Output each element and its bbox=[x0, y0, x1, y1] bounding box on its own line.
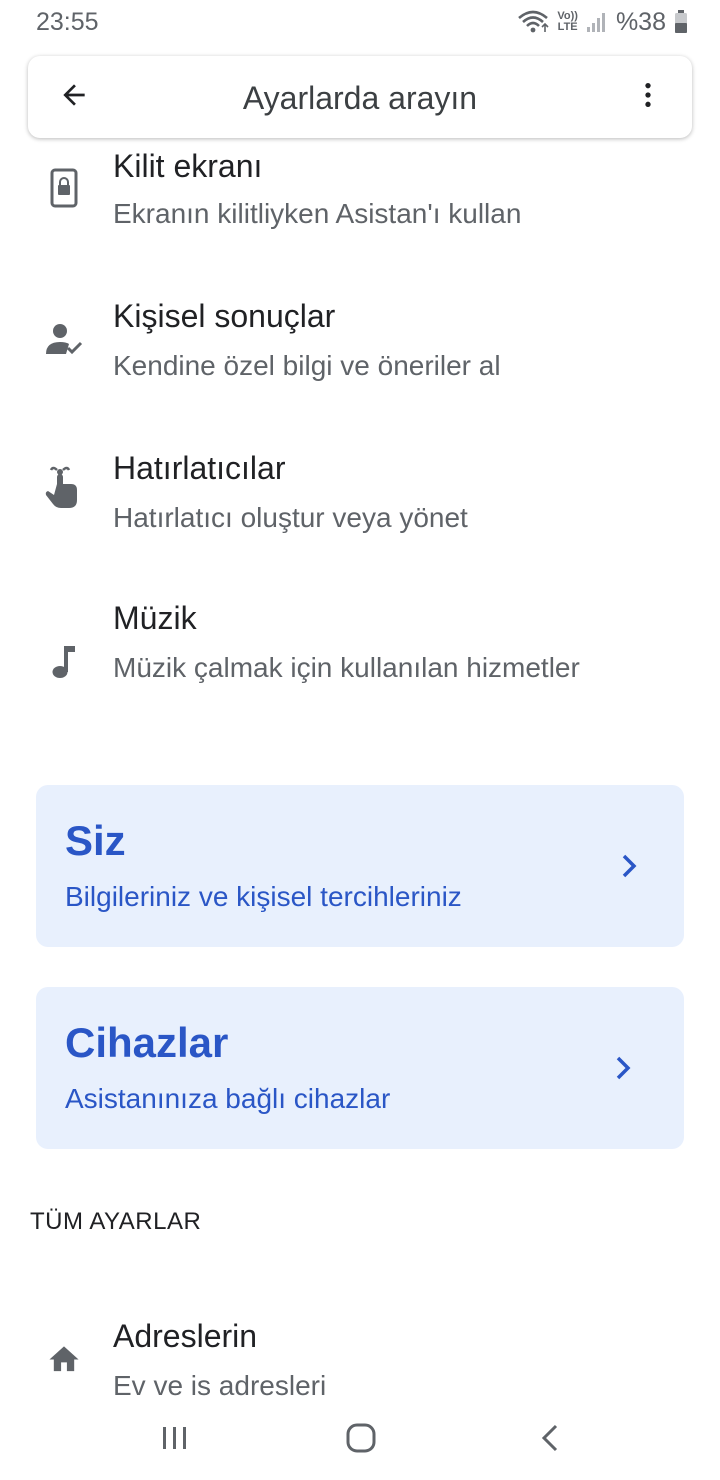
recents-icon bbox=[160, 1425, 190, 1456]
settings-search-bar[interactable]: Ayarlarda arayın bbox=[28, 56, 692, 138]
setting-subtitle: Müzik çalmak için kullanılan hizmetler bbox=[113, 652, 580, 683]
home-button[interactable] bbox=[341, 1420, 381, 1460]
lock-screen-icon bbox=[44, 168, 84, 208]
card-title: Cihazlar bbox=[65, 1019, 229, 1066]
setting-item-reminders[interactable]: Hatırlatıcılar Hatırlatıcı oluştur veya … bbox=[0, 442, 720, 562]
chevron-right-icon bbox=[608, 1053, 638, 1083]
card-title: Siz bbox=[65, 817, 126, 864]
section-header-all-settings: TÜM AYARLAR bbox=[30, 1208, 202, 1235]
search-input[interactable]: Ayarlarda arayın bbox=[118, 80, 602, 117]
status-time: 23:55 bbox=[36, 8, 99, 36]
setting-item-lock-screen[interactable]: Kilit ekranı Ekranın kilitliyken Asistan… bbox=[0, 140, 720, 260]
home-icon bbox=[44, 1338, 84, 1378]
home-button-icon bbox=[346, 1423, 376, 1458]
setting-subtitle: Hatırlatıcı oluştur veya yönet bbox=[113, 502, 468, 533]
setting-title: Müzik bbox=[113, 600, 197, 636]
setting-title: Hatırlatıcılar bbox=[113, 450, 286, 486]
volte-bottom-label: LTE bbox=[557, 21, 578, 33]
more-vert-icon bbox=[632, 79, 664, 116]
setting-title: Kilit ekranı bbox=[113, 148, 263, 184]
setting-title: Adreslerin bbox=[113, 1318, 258, 1354]
wifi-icon bbox=[517, 9, 549, 35]
card-devices[interactable]: Cihazlar Asistanınıza bağlı cihazlar bbox=[36, 987, 684, 1149]
battery-icon bbox=[674, 10, 688, 34]
signal-icon bbox=[586, 11, 608, 33]
setting-item-personal-results[interactable]: Kişisel sonuçlar Kendine özel bilgi ve ö… bbox=[0, 290, 720, 410]
music-note-icon bbox=[44, 642, 84, 682]
reminder-icon bbox=[44, 466, 84, 508]
setting-title: Kişisel sonuçlar bbox=[113, 298, 336, 334]
card-you[interactable]: Siz Bilgileriniz ve kişisel tercihlerini… bbox=[36, 785, 684, 947]
volte-icon: Vo)) LTE bbox=[557, 11, 578, 33]
recents-button[interactable] bbox=[155, 1420, 195, 1460]
back-nav-button[interactable] bbox=[530, 1420, 570, 1460]
card-subtitle: Bilgileriniz ve kişisel tercihleriniz bbox=[65, 881, 462, 912]
system-nav-bar bbox=[0, 1400, 720, 1480]
battery-percent: %38 bbox=[615, 7, 666, 36]
back-nav-icon bbox=[540, 1423, 560, 1458]
status-bar: 23:55 Vo)) LTE %38 bbox=[0, 0, 720, 44]
setting-item-addresses[interactable]: Adreslerin Ev ve is adresleri bbox=[0, 1310, 720, 1410]
more-options-button[interactable] bbox=[624, 73, 672, 121]
setting-subtitle: Ekranın kilitliyken Asistan'ı kullan bbox=[113, 198, 522, 229]
setting-subtitle: Kendine özel bilgi ve öneriler al bbox=[113, 350, 501, 381]
status-icons: Vo)) LTE %38 bbox=[517, 6, 688, 38]
chevron-right-icon bbox=[614, 851, 644, 881]
back-arrow-icon bbox=[58, 79, 90, 116]
back-button[interactable] bbox=[50, 73, 98, 121]
setting-item-music[interactable]: Müzik Müzik çalmak için kullanılan hizme… bbox=[0, 592, 720, 742]
card-subtitle: Asistanınıza bağlı cihazlar bbox=[65, 1083, 391, 1114]
personal-results-icon bbox=[44, 320, 84, 360]
